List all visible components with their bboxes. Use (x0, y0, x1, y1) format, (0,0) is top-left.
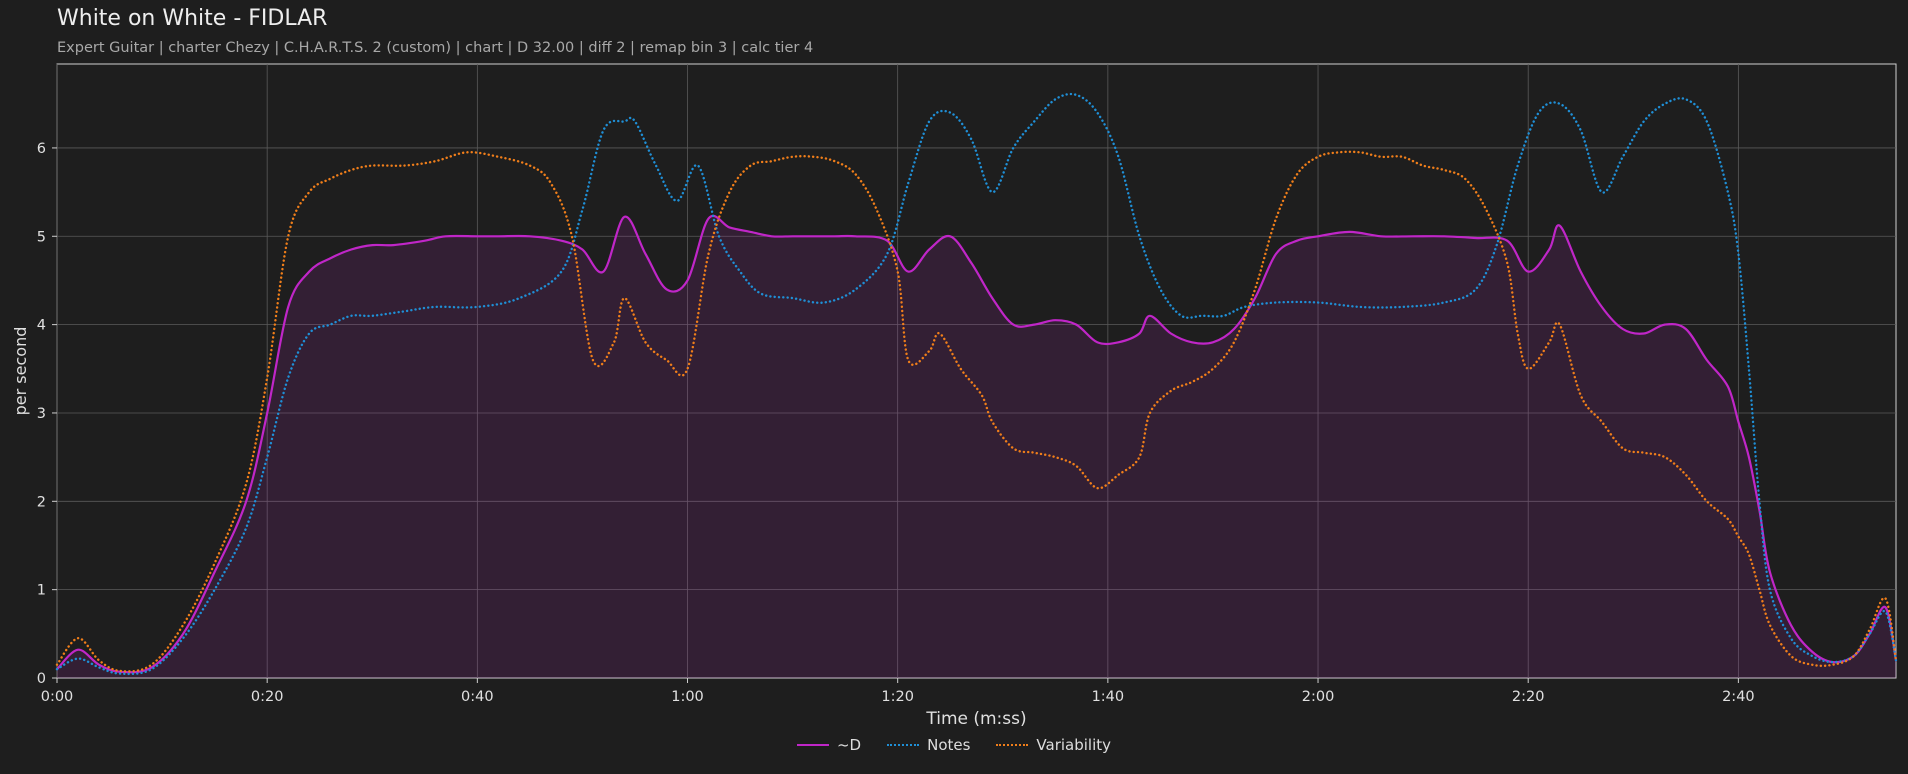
x-tick-label: 2:00 (1302, 689, 1335, 705)
x-axis: 0:00 0:20 0:40 1:00 1:20 1:40 2:00 2:20 2:40 (41, 678, 1755, 705)
legend: ~D Notes Variability (0, 736, 1908, 754)
legend-swatch-variability (996, 744, 1029, 746)
chart-canvas: 0:00 0:20 0:40 1:00 1:20 1:40 2:00 2:20 2:40 0 1 2… (11, 63, 1898, 729)
legend-label-d: ~D (836, 736, 862, 754)
legend-label-variability: Variability (1036, 736, 1112, 754)
y-tick-label: 1 (37, 583, 46, 599)
x-tick-label: 2:20 (1512, 689, 1545, 705)
series-fill-d (57, 215, 1896, 679)
x-tick-label: 0:00 (41, 689, 74, 705)
y-tick-label: 3 (37, 406, 46, 422)
y-tick-label: 2 (37, 494, 46, 510)
y-tick-label: 0 (37, 671, 46, 687)
y-axis-label: per second (11, 327, 30, 416)
x-tick-label: 1:40 (1092, 689, 1125, 705)
legend-item-notes[interactable]: Notes (887, 736, 970, 754)
x-tick-label: 2:40 (1722, 689, 1755, 705)
area-fill-layer (57, 215, 1896, 679)
y-tick-label: 4 (37, 318, 46, 334)
y-axis: 0 1 2 3 4 5 6 (37, 141, 57, 687)
legend-swatch-notes (887, 744, 920, 746)
y-tick-label: 6 (37, 141, 46, 157)
legend-label-notes: Notes (927, 736, 971, 754)
x-tick-label: 1:20 (881, 689, 914, 705)
x-tick-label: 0:40 (461, 689, 494, 705)
legend-item-d[interactable]: ~D (796, 736, 862, 754)
legend-item-variability[interactable]: Variability (996, 736, 1111, 754)
x-tick-label: 1:00 (671, 689, 704, 705)
legend-swatch-d (796, 744, 829, 746)
x-axis-label: Time (m:ss) (925, 709, 1026, 729)
y-tick-label: 5 (37, 229, 46, 245)
x-tick-label: 0:20 (251, 689, 284, 705)
